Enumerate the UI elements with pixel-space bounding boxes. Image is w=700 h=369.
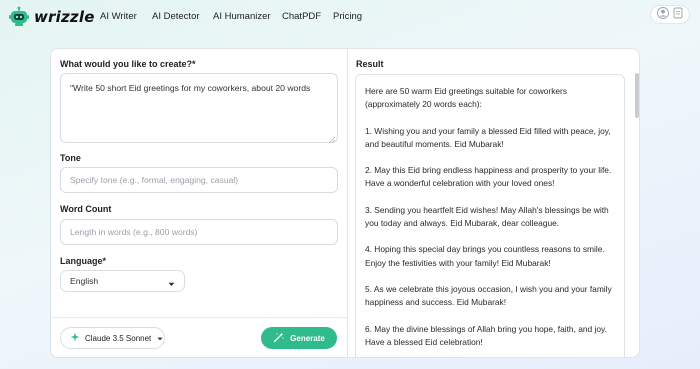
panel-divider (347, 49, 348, 357)
resize-handle-icon[interactable] (328, 134, 336, 144)
prompt-label: What would you like to create?* (60, 59, 196, 69)
nav-ai-humanizer[interactable]: AI Humanizer (213, 11, 271, 22)
chevron-down-icon (157, 334, 163, 343)
top-nav: wrizzle AI Writer AI Detector AI Humaniz… (0, 0, 700, 34)
result-text: Here are 50 warm Eid greetings suitable … (365, 85, 623, 357)
result-paragraph: 5. As we celebrate this joyous occasion,… (365, 283, 612, 308)
nav-pricing[interactable]: Pricing (333, 11, 362, 22)
word-count-placeholder: Length in words (e.g., 800 words) (70, 227, 198, 237)
result-paragraph: 2. May this Eid bring endless happiness … (365, 165, 612, 189)
generate-button[interactable]: Generate (261, 327, 337, 349)
tone-label: Tone (60, 153, 81, 163)
result-scrollbar[interactable] (635, 73, 639, 118)
prompt-textarea[interactable]: "Write 50 short Eid greetings for my cow… (60, 73, 338, 144)
language-value: English (70, 276, 99, 286)
result-paragraph: 6. May the divine blessings of Allah bri… (365, 323, 607, 347)
result-label: Result (356, 59, 384, 69)
word-count-label: Word Count (60, 204, 112, 214)
brand-logo[interactable]: wrizzle (8, 6, 95, 28)
tone-input[interactable]: Specify tone (e.g., formal, engaging, ca… (60, 167, 338, 193)
prompt-text: "Write 50 short Eid greetings for my cow… (70, 83, 311, 93)
model-select[interactable]: Claude 3.5 Sonnet (60, 327, 165, 349)
result-paragraph: 4. Hoping this special day brings you co… (365, 244, 605, 268)
language-label: Language* (60, 256, 107, 266)
magic-wand-icon (273, 332, 284, 345)
generator-card: What would you like to create?* "Write 5… (50, 48, 640, 358)
result-paragraph: 3. Sending you heartfelt Eid wishes! May… (365, 204, 609, 228)
robot-logo-icon (8, 6, 30, 28)
nav-ai-detector[interactable]: AI Detector (152, 11, 200, 22)
language-select[interactable]: English (60, 270, 185, 292)
result-output[interactable]: Here are 50 warm Eid greetings suitable … (355, 74, 625, 357)
chevron-down-icon (168, 279, 175, 289)
brand-name: wrizzle (34, 8, 95, 26)
nav-ai-writer[interactable]: AI Writer (100, 11, 137, 22)
user-icon (657, 6, 669, 24)
word-count-input[interactable]: Length in words (e.g., 800 words) (60, 219, 338, 245)
result-paragraph: Here are 50 warm Eid greetings suitable … (365, 86, 568, 110)
model-value: Claude 3.5 Sonnet (85, 333, 152, 343)
nav-chatpdf[interactable]: ChatPDF (282, 11, 321, 22)
account-menu[interactable] (650, 5, 690, 24)
document-icon (673, 6, 683, 24)
tone-placeholder: Specify tone (e.g., formal, engaging, ca… (70, 175, 239, 185)
generate-label: Generate (290, 333, 325, 343)
sparkle-icon (70, 332, 80, 344)
footer-divider (51, 317, 347, 318)
result-paragraph: 1. Wishing you and your family a blessed… (365, 125, 611, 149)
